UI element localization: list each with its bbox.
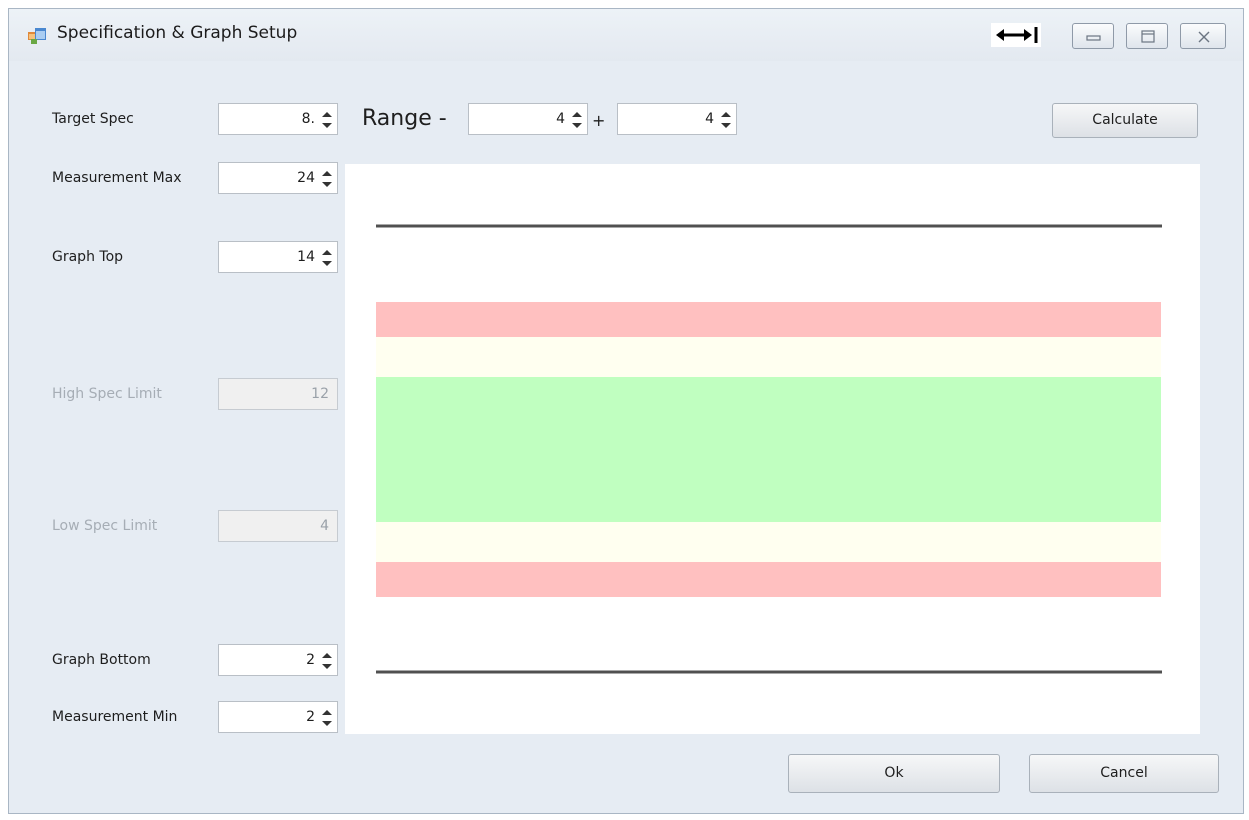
high-spec-limit-field: 12	[218, 378, 338, 410]
graph-top-value: 14	[297, 249, 315, 265]
spinner-arrows-icon[interactable]	[321, 708, 333, 728]
minimize-icon	[1086, 35, 1101, 41]
graph-bottom-stepper[interactable]: 2	[218, 644, 338, 676]
ok-button[interactable]: Ok	[788, 754, 1000, 793]
target-spec-value: 8.	[301, 111, 315, 127]
target-spec-stepper[interactable]: 8.	[218, 103, 338, 135]
range-plus-label: +	[592, 111, 606, 130]
dialog-content: Target Spec 8. Range - 4 + 4 Calculate M…	[20, 61, 1234, 806]
graph-bottom-label: Graph Bottom	[52, 652, 151, 668]
spinner-arrows-icon[interactable]	[571, 110, 583, 130]
measurement-min-label: Measurement Min	[52, 709, 178, 725]
range-label: Range -	[362, 106, 447, 131]
close-button[interactable]	[1180, 23, 1226, 49]
high-spec-limit-label: High Spec Limit	[52, 386, 162, 402]
measurement-max-stepper[interactable]: 24	[218, 162, 338, 194]
graph-bottom-value: 2	[306, 652, 315, 668]
spec-graph-preview	[345, 164, 1200, 734]
dialog-window: Specification & Graph Setup Target Spec …	[8, 8, 1244, 814]
minimize-button[interactable]	[1072, 23, 1114, 49]
lower-reject-band	[376, 562, 1161, 597]
close-icon	[1198, 31, 1210, 43]
range-plus-value: 4	[705, 111, 714, 127]
title-bar[interactable]: Specification & Graph Setup	[9, 9, 1243, 61]
measurement-max-label: Measurement Max	[52, 170, 182, 186]
high-spec-limit-value: 12	[311, 386, 329, 402]
upper-warning-band	[376, 337, 1161, 377]
range-minus-stepper[interactable]: 4	[468, 103, 588, 135]
maximize-icon	[1141, 30, 1155, 43]
measurement-min-stepper[interactable]: 2	[218, 701, 338, 733]
measurement-max-value: 24	[297, 170, 315, 186]
low-spec-limit-value: 4	[320, 518, 329, 534]
resize-horizontal-icon[interactable]	[991, 23, 1041, 47]
cancel-button[interactable]: Cancel	[1029, 754, 1219, 793]
lower-warning-band	[376, 522, 1161, 562]
app-window-icon	[28, 27, 47, 45]
spinner-arrows-icon[interactable]	[321, 169, 333, 189]
spinner-arrows-icon[interactable]	[321, 248, 333, 268]
measurement-min-value: 2	[306, 709, 315, 725]
upper-reject-band	[376, 302, 1161, 337]
target-spec-label: Target Spec	[52, 111, 134, 127]
range-minus-value: 4	[556, 111, 565, 127]
low-spec-limit-label: Low Spec Limit	[52, 518, 158, 534]
graph-top-stepper[interactable]: 14	[218, 241, 338, 273]
low-spec-limit-field: 4	[218, 510, 338, 542]
maximize-button[interactable]	[1126, 23, 1168, 49]
spinner-arrows-icon[interactable]	[720, 110, 732, 130]
calculate-button[interactable]: Calculate	[1052, 103, 1198, 138]
graph-top-label: Graph Top	[52, 249, 124, 265]
spinner-arrows-icon[interactable]	[321, 651, 333, 671]
range-plus-stepper[interactable]: 4	[617, 103, 737, 135]
window-title: Specification & Graph Setup	[57, 23, 298, 43]
target-band	[376, 377, 1161, 522]
spinner-arrows-icon[interactable]	[321, 110, 333, 130]
